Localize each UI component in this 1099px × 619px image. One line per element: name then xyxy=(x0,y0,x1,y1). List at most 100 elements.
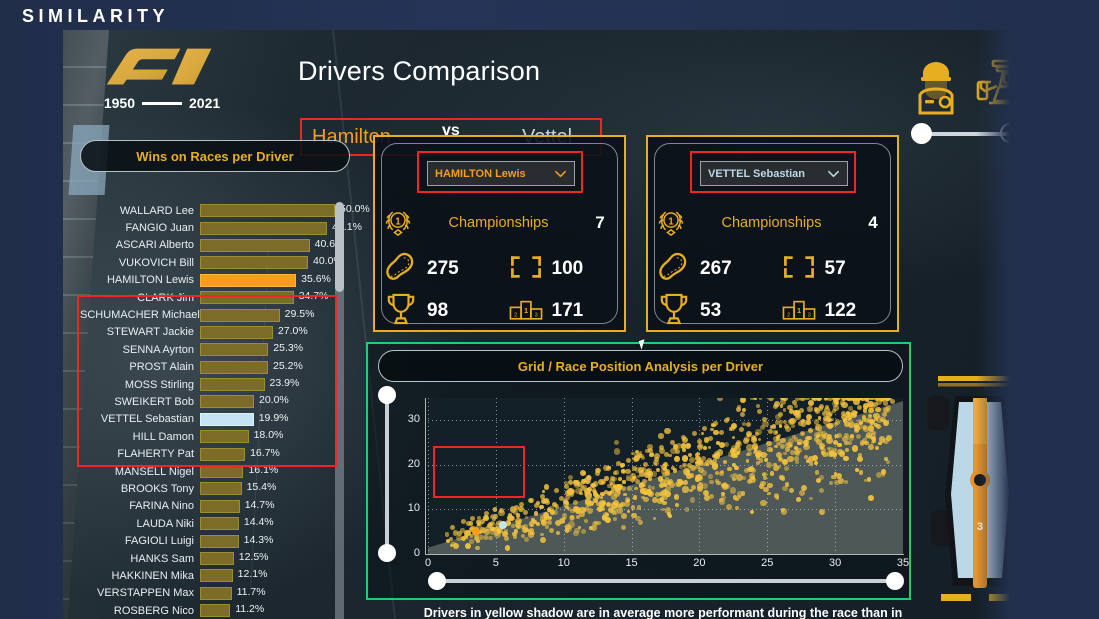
ranking-bar[interactable] xyxy=(200,221,328,235)
ranking-bar[interactable] xyxy=(200,291,294,305)
ranking-bar[interactable] xyxy=(200,238,310,252)
svg-text:1: 1 xyxy=(668,216,674,227)
scatter-point xyxy=(610,475,616,481)
ranking-row[interactable]: SENNA Ayrton 25.3% xyxy=(80,341,335,358)
ranking-row[interactable]: HILL Damon 18.0% xyxy=(80,428,335,445)
ranking-row[interactable]: BROOKS Tony 15.4% xyxy=(80,480,335,497)
ranking-row[interactable]: VERSTAPPEN Max 11.7% xyxy=(80,585,335,602)
x-slider-knob-right[interactable] xyxy=(886,572,904,590)
ranking-row[interactable]: SWEIKERT Bob 20.0% xyxy=(80,393,335,410)
ranking-bar[interactable] xyxy=(200,482,242,496)
scatter-x-range-slider[interactable] xyxy=(428,572,904,590)
ranking-bar[interactable] xyxy=(200,395,254,409)
ranking-driver-name: STEWART Jackie xyxy=(106,326,194,339)
scatter-point xyxy=(624,500,631,507)
ranking-bar[interactable] xyxy=(200,378,265,392)
scatter-point xyxy=(487,522,493,528)
scatter-point xyxy=(491,527,497,533)
ranking-value: 14.7% xyxy=(244,498,275,511)
scatter-point xyxy=(734,465,739,470)
driver-select-b[interactable]: VETTEL Sebastian xyxy=(700,161,848,186)
scatter-point xyxy=(857,405,863,411)
x-slider-knob-left[interactable] xyxy=(428,572,446,590)
scatter-point xyxy=(460,518,466,524)
ranking-bar[interactable] xyxy=(200,517,239,531)
ranking-row[interactable]: PROST Alain 25.2% xyxy=(80,359,335,376)
ranking-bar[interactable] xyxy=(200,465,244,479)
ranking-value: 50.0% xyxy=(340,203,370,216)
ranking-bar[interactable] xyxy=(200,325,273,339)
scatter-point xyxy=(757,438,762,442)
scatter-point xyxy=(868,407,874,414)
ranking-bar[interactable] xyxy=(200,273,297,287)
ranking-bar[interactable] xyxy=(200,343,269,357)
ranking-row[interactable]: VUKOVICH Bill 40.0% xyxy=(80,254,343,271)
wins-per-driver-button[interactable]: Wins on Races per Driver xyxy=(80,140,350,172)
ranking-row[interactable]: ASCARI Alberto 40.6% xyxy=(80,237,344,254)
ranking-row[interactable]: CLARK Jim 34.7% xyxy=(80,289,335,306)
championships-value: 4 xyxy=(868,213,878,232)
ranking-row[interactable]: WALLARD Lee 50.0% xyxy=(80,202,370,219)
ranking-bar[interactable] xyxy=(200,256,308,270)
x-slider-track[interactable] xyxy=(437,579,895,583)
ranking-bar[interactable] xyxy=(200,447,246,461)
scatter-point xyxy=(834,479,840,486)
ranking-row[interactable]: FAGIOLI Luigi 14.3% xyxy=(80,532,335,549)
mode-toggle-knob-driver[interactable] xyxy=(911,123,932,144)
ranking-bar-wrap: 16.7% xyxy=(200,447,335,461)
scatter-title[interactable]: Grid / Race Position Analysis per Driver xyxy=(378,350,903,382)
ranking-bar[interactable] xyxy=(200,499,240,513)
ranking-row[interactable]: ROSBERG Nico 11.2% xyxy=(80,602,335,619)
ranking-bar[interactable] xyxy=(200,552,234,565)
ranking-row[interactable]: VETTEL Sebastian 19.9% xyxy=(80,411,335,428)
ranking-row[interactable]: FARINA Nino 14.7% xyxy=(80,498,335,515)
ranking-bar[interactable] xyxy=(200,430,249,444)
ranking-bar[interactable] xyxy=(200,569,233,583)
scatter-point xyxy=(667,479,673,485)
scatter-point xyxy=(658,444,664,450)
poles-value: 57 xyxy=(824,258,846,279)
ranking-row[interactable]: HAMILTON Lewis 35.6% xyxy=(80,272,335,289)
championships-row: 1 Championships 4 xyxy=(648,203,897,243)
driver-ranking-list[interactable]: WALLARD Lee 50.0% FANGIO Juan 47.1% ASCARI A… xyxy=(80,202,370,619)
logo-years: 1950 2021 xyxy=(87,95,237,111)
ranking-row[interactable]: SCHUMACHER Michael 29.5% xyxy=(80,306,335,323)
scatter-point xyxy=(819,403,825,409)
ranking-row[interactable]: STEWART Jackie 27.0% xyxy=(80,324,335,341)
ranking-bar-wrap: 12.5% xyxy=(200,551,335,565)
ranking-bar[interactable] xyxy=(200,204,335,218)
ranking-bar[interactable] xyxy=(200,534,239,548)
ranking-row[interactable]: FANGIO Juan 47.1% xyxy=(80,219,362,236)
ranking-row[interactable]: MANSELL Nigel 16.1% xyxy=(80,463,335,480)
y-slider-track[interactable] xyxy=(385,395,389,553)
ranking-scrollbar-thumb[interactable] xyxy=(335,202,344,292)
x-tick-label: 35 xyxy=(896,557,910,569)
ranking-driver-name: FANGIO Juan xyxy=(125,222,194,235)
x-axis-line xyxy=(425,554,904,555)
ranking-bar[interactable] xyxy=(200,604,231,618)
ranking-bar[interactable] xyxy=(200,412,254,426)
ranking-row[interactable]: MOSS Stirling 23.9% xyxy=(80,376,335,393)
ranking-row[interactable]: HANKS Sam 12.5% xyxy=(80,550,335,567)
ranking-row[interactable]: LAUDA Niki 14.4% xyxy=(80,515,335,532)
scatter-point xyxy=(771,423,777,429)
scatter-point xyxy=(519,501,525,507)
ranking-row[interactable]: HAKKINEN Mika 12.1% xyxy=(80,567,335,584)
scatter-point xyxy=(739,398,746,404)
driver-helmet-icon[interactable] xyxy=(909,57,963,115)
scatter-point xyxy=(797,420,803,426)
y-slider-knob-top[interactable] xyxy=(378,386,396,404)
driver-select-a[interactable]: HAMILTON Lewis xyxy=(427,161,575,186)
ranking-bar[interactable] xyxy=(200,360,269,374)
chevron-down-icon[interactable] xyxy=(827,167,840,180)
ranking-bar[interactable] xyxy=(200,308,280,322)
scatter-point xyxy=(729,426,735,432)
ranking-row[interactable]: FLAHERTY Pat 16.7% xyxy=(80,445,335,462)
ranking-bar[interactable] xyxy=(200,586,232,600)
scatter-point xyxy=(808,461,813,466)
scatter-point xyxy=(759,484,764,490)
ranking-scrollbar[interactable] xyxy=(335,202,344,619)
chevron-down-icon[interactable] xyxy=(554,167,567,180)
scatter-point xyxy=(857,452,863,457)
scatter-point xyxy=(843,432,849,438)
